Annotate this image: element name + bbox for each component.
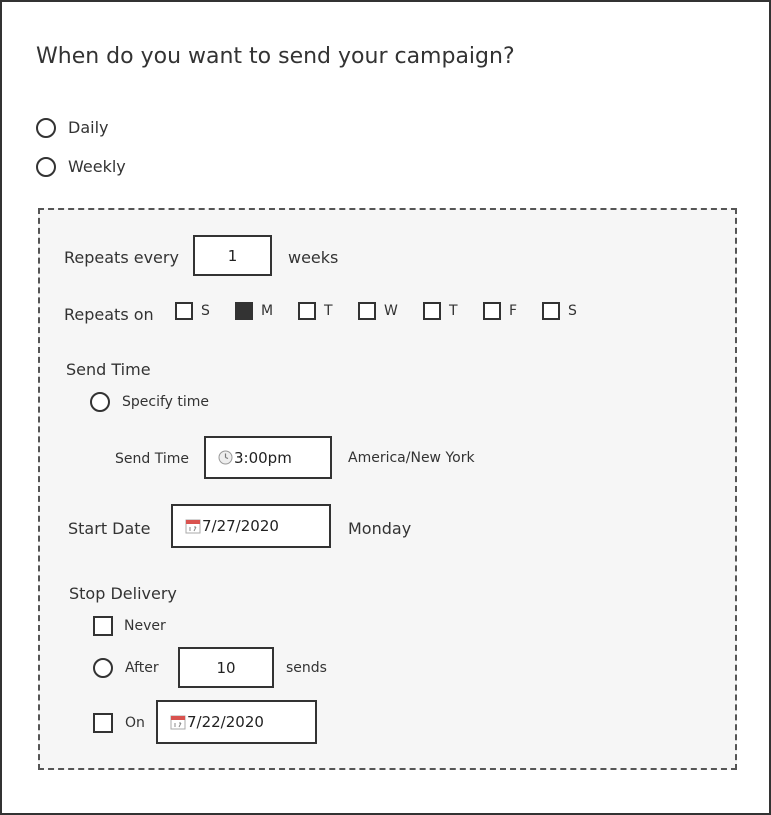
after-sends-input[interactable]: 10 — [178, 647, 274, 688]
radio-daily-label: Daily — [68, 118, 109, 137]
day-monday-label: M — [261, 303, 274, 319]
day-monday-checkbox[interactable] — [235, 302, 253, 320]
repeats-every-value: 1 — [227, 246, 238, 265]
day-tuesday-checkbox[interactable] — [298, 302, 316, 320]
stop-date-value: 7/22/2020 — [187, 713, 264, 731]
start-date-value: 7/27/2020 — [202, 517, 279, 535]
on-date-label: On — [125, 715, 145, 731]
stop-delivery-label: Stop Delivery — [69, 584, 177, 603]
day-sunday-checkbox[interactable] — [175, 302, 193, 320]
after-label: After — [125, 660, 159, 676]
send-time-field-label: Send Time — [115, 451, 189, 467]
radio-daily[interactable] — [36, 118, 56, 138]
day-tuesday[interactable]: T — [298, 302, 333, 320]
day-tuesday-label: T — [324, 303, 333, 319]
page-title: When do you want to send your campaign? — [36, 44, 515, 69]
day-friday-label: F — [509, 303, 518, 319]
start-date-weekday: Monday — [348, 519, 412, 538]
weekly-settings-panel — [38, 208, 737, 770]
repeats-every-unit: weeks — [288, 248, 339, 267]
repeats-every-input[interactable]: 1 — [193, 235, 272, 276]
day-friday[interactable]: F — [483, 302, 517, 320]
radio-specify-time[interactable] — [90, 392, 110, 412]
day-thursday[interactable]: T — [423, 302, 458, 320]
never-checkbox[interactable] — [93, 616, 113, 636]
stop-date-input[interactable]: 7/22/2020 — [156, 700, 317, 744]
start-date-input[interactable]: 7/27/2020 — [171, 504, 331, 548]
calendar-icon — [185, 518, 201, 534]
day-monday[interactable]: M — [235, 302, 273, 320]
on-date-checkbox[interactable] — [93, 713, 113, 733]
send-time-value: 3:00pm — [234, 448, 292, 467]
radio-weekly[interactable] — [36, 157, 56, 177]
start-date-label: Start Date — [68, 519, 151, 538]
radio-after[interactable] — [93, 658, 113, 678]
day-saturday[interactable]: S — [542, 302, 577, 320]
clock-icon — [218, 450, 233, 465]
day-friday-checkbox[interactable] — [483, 302, 501, 320]
day-saturday-label: S — [568, 303, 577, 319]
day-sunday-label: S — [201, 303, 210, 319]
day-wednesday[interactable]: W — [358, 302, 398, 320]
after-sends-value: 10 — [216, 658, 236, 677]
calendar-icon — [170, 714, 186, 730]
after-sends-unit: sends — [286, 660, 327, 676]
radio-weekly-label: Weekly — [68, 157, 126, 176]
day-sunday[interactable]: S — [175, 302, 210, 320]
day-thursday-label: T — [449, 303, 458, 319]
specify-time-label: Specify time — [122, 394, 210, 410]
repeats-every-label: Repeats every — [64, 248, 179, 267]
never-label: Never — [124, 618, 166, 634]
send-time-input[interactable]: 3:00pm — [204, 436, 332, 479]
day-thursday-checkbox[interactable] — [423, 302, 441, 320]
timezone-label: America/New York — [348, 450, 475, 466]
day-saturday-checkbox[interactable] — [542, 302, 560, 320]
repeats-on-label: Repeats on — [64, 305, 154, 324]
day-wednesday-checkbox[interactable] — [358, 302, 376, 320]
day-wednesday-label: W — [384, 303, 398, 319]
send-time-section-label: Send Time — [66, 360, 151, 379]
